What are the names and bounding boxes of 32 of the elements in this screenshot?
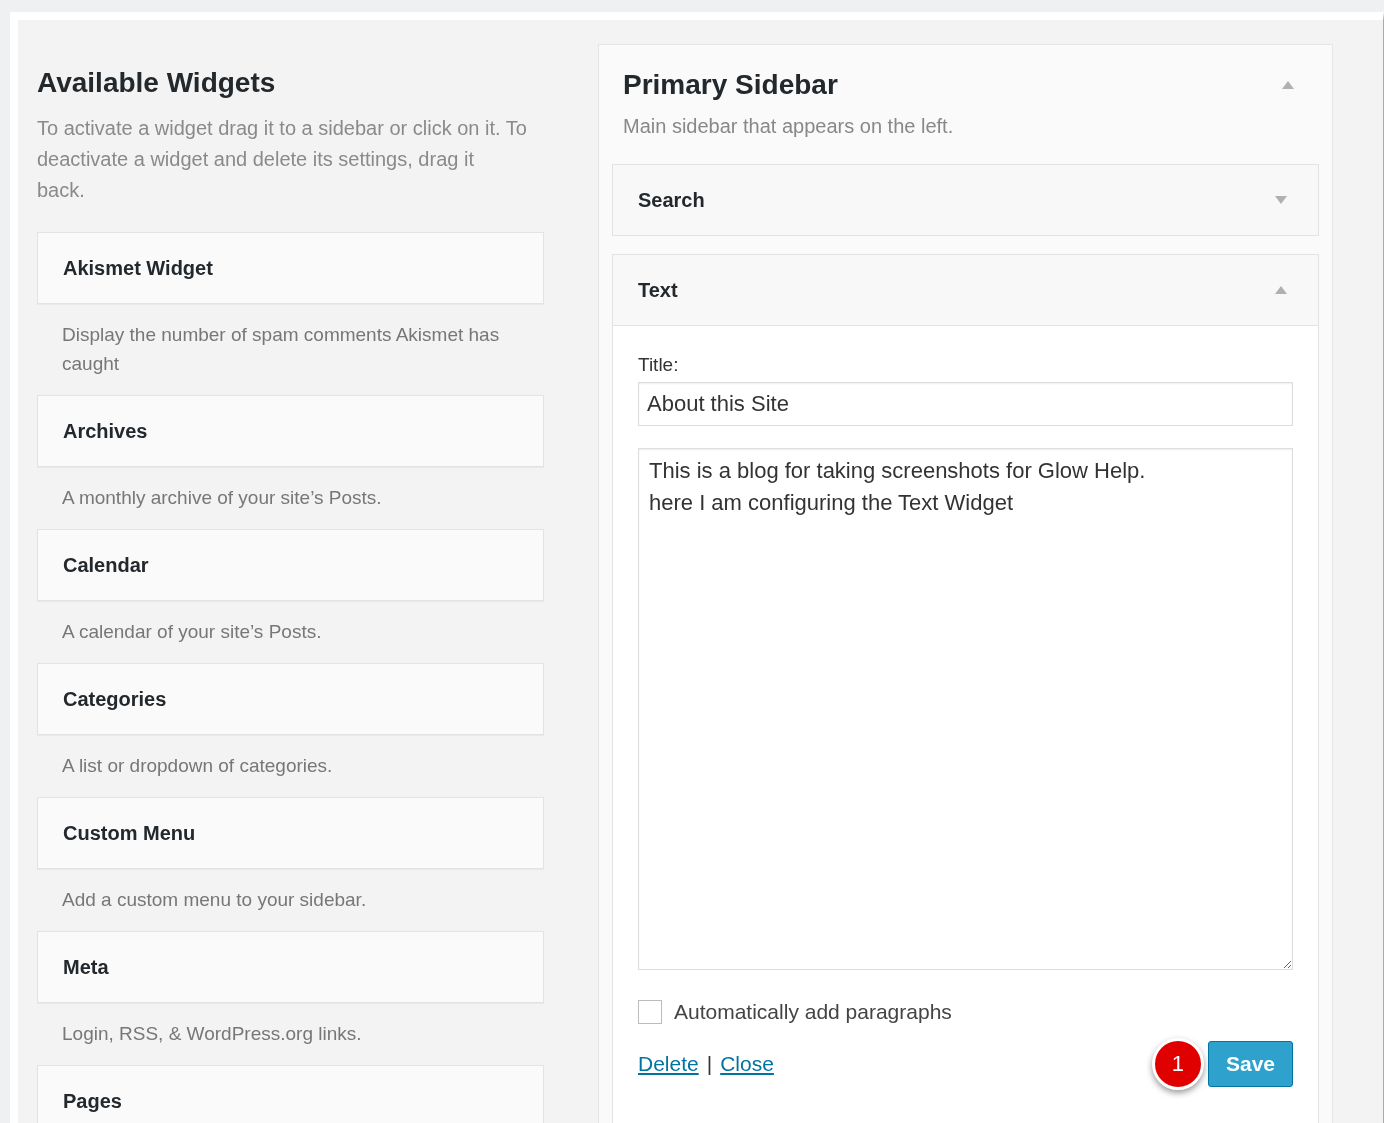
widget-item[interactable]: Pages — [37, 1065, 544, 1123]
widget-title: Text — [638, 278, 678, 302]
checkbox[interactable] — [638, 1000, 662, 1024]
collapse-arrow-icon[interactable] — [1281, 80, 1295, 90]
sidebar-description: Main sidebar that appears on the left. — [623, 115, 955, 138]
widget-item[interactable]: Archives — [37, 395, 544, 467]
expand-arrow-icon[interactable] — [1274, 195, 1288, 205]
widget-description: Add a custom menu to your sidebar. — [61, 888, 368, 912]
checkbox-label: Automatically add paragraphs — [674, 1000, 952, 1024]
widget-item[interactable]: Categories — [37, 663, 544, 735]
widget-header[interactable]: Text — [613, 255, 1318, 325]
action-link[interactable]: Close — [720, 1052, 774, 1076]
collapse-arrow-icon[interactable] — [1274, 285, 1288, 295]
action-link[interactable]: Delete — [638, 1052, 699, 1076]
link-separator: | — [706, 1052, 713, 1076]
widget-description: A list or dropdown of categories. — [61, 754, 334, 778]
widget-item[interactable]: Custom Menu — [37, 797, 544, 869]
widget-description: A monthly archive of your site’s Posts. — [61, 486, 383, 510]
widget-header[interactable]: Search — [613, 165, 1318, 235]
widget-item[interactable]: Meta — [37, 931, 544, 1003]
instructions-text: To activate a widget drag it to a sidebar or click on it. To deactivate a widget and delete its settings, drag it back. — [37, 116, 527, 203]
widget-description: Display the number of spam comments Akismet has caught — [61, 323, 501, 376]
title-input[interactable]: About this Site — [638, 382, 1293, 426]
widget-description: Login, RSS, & WordPress.org links. — [61, 1022, 363, 1046]
text-area[interactable]: This is a blog for taking screenshots for Glow Help. here I am configuring the Text Widget — [638, 448, 1293, 970]
widget-title: Search — [638, 188, 705, 212]
widget-item[interactable]: Akismet Widget — [37, 232, 544, 304]
sidebar-title: Primary Sidebar — [623, 69, 838, 101]
section-heading: Available Widgets — [37, 67, 277, 99]
widget-description: A calendar of your site’s Posts. — [61, 620, 323, 644]
widget-item[interactable]: Calendar — [37, 529, 544, 601]
field-label: Title: — [638, 354, 680, 376]
